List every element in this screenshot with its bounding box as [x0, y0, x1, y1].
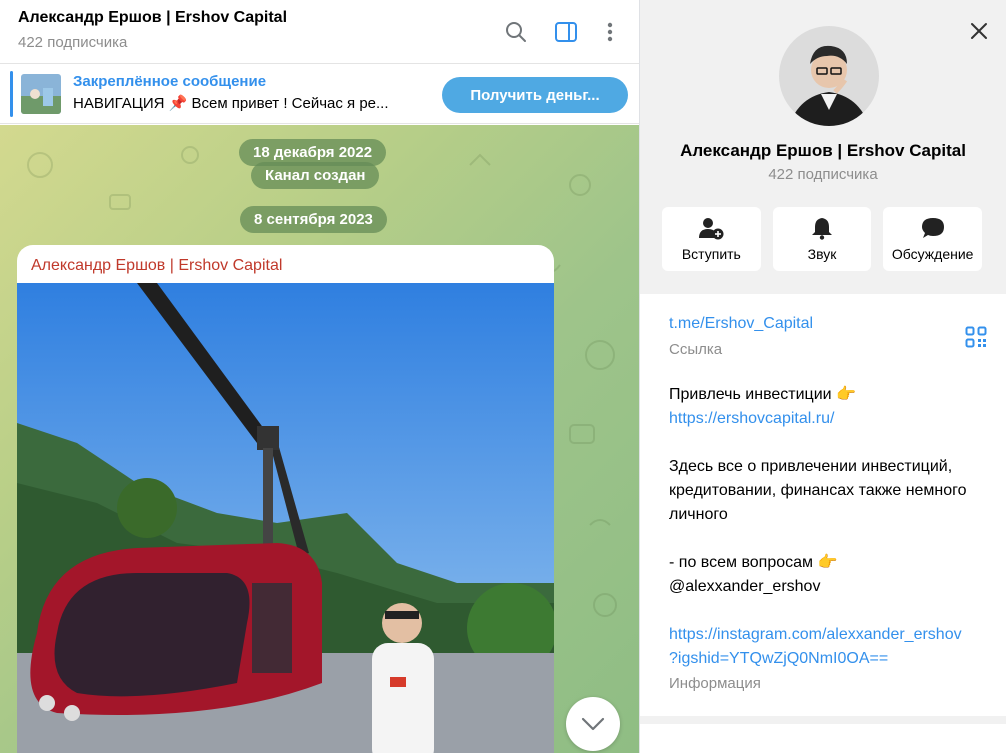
description-line: Здесь все о привлечении инвестиций,: [669, 458, 953, 475]
website-link[interactable]: https://ershovcapital.ru/: [669, 407, 994, 431]
channel-title[interactable]: Александр Ершов | Ershov Capital: [18, 9, 287, 27]
telegram-window: Александр Ершов | Ershov Capital 422 под…: [0, 0, 1006, 753]
qr-code-icon[interactable]: [965, 326, 987, 348]
add-user-icon: [699, 218, 724, 240]
pinned-title: Закреплённое сообщение: [73, 73, 267, 90]
scroll-down-button[interactable]: [566, 697, 620, 751]
pinned-indicator: [10, 71, 13, 117]
instagram-link[interactable]: https://instagram.com/alexxander_ershov: [669, 623, 994, 647]
chat-column: Александр Ершов | Ershov Capital 422 под…: [0, 0, 640, 753]
sidebar-toggle-icon[interactable]: [552, 18, 580, 46]
profile-actions: Вступить Звук Обсуждение: [662, 207, 983, 273]
username-mention[interactable]: @alexxander_ershov: [669, 575, 994, 599]
channel-info-section: t.me/Ershov_Capital Ссылка Привлечь инве…: [640, 294, 1006, 716]
post-author[interactable]: Александр Ершов | Ershov Capital: [31, 257, 282, 275]
chat-area[interactable]: 18 декабря 2022 Канал создан 8 сентября …: [0, 125, 639, 753]
join-button[interactable]: Вступить: [662, 207, 761, 271]
search-icon[interactable]: [502, 18, 530, 46]
get-money-button[interactable]: Получить деньг...: [442, 77, 628, 113]
discussion-button[interactable]: Обсуждение: [883, 207, 983, 271]
channel-subscribers: 422 подписчика: [18, 34, 128, 51]
post-photo[interactable]: [17, 283, 554, 753]
join-label: Вступить: [681, 246, 741, 262]
chat-bubble-icon: [921, 218, 944, 238]
profile-subscribers: 422 подписчика: [768, 166, 878, 183]
link-caption: Ссылка: [669, 341, 723, 358]
channel-post[interactable]: Александр Ершов | Ershov Capital: [17, 245, 554, 753]
bell-icon: [812, 218, 832, 240]
info-caption: Информация: [669, 675, 761, 692]
avatar[interactable]: [779, 26, 879, 126]
date-separator: 8 сентября 2023: [240, 206, 387, 233]
channel-info-panel: Александр Ершов | Ershov Capital 422 под…: [640, 0, 1006, 753]
sound-button[interactable]: Звук: [772, 207, 872, 271]
profile-name: Александр Ершов | Ershov Capital: [680, 141, 966, 160]
chat-header[interactable]: Александр Ершов | Ershov Capital 422 под…: [0, 0, 639, 64]
instagram-link-continued[interactable]: ?igshid=YTQwZjQ0NmI0OA==: [669, 647, 994, 671]
description-line: кредитовании, финансах также немного: [669, 482, 967, 499]
sound-label: Звук: [807, 246, 837, 262]
close-icon[interactable]: [966, 18, 992, 44]
service-message: Канал создан: [251, 162, 380, 189]
description-line: личного: [669, 506, 728, 523]
more-vertical-icon[interactable]: [596, 18, 624, 46]
pinned-text: НАВИГАЦИЯ 📌 Всем привет ! Сейчас я ре...: [73, 95, 389, 112]
description-line: - по всем вопросам 👉: [669, 554, 838, 571]
pinned-thumbnail: [21, 74, 61, 114]
channel-description: Привлечь инвестиции 👉 https://ershovcapi…: [669, 383, 994, 671]
next-info-section: [640, 724, 1006, 753]
description-line: Привлечь инвестиции 👉: [669, 386, 856, 403]
discussion-label: Обсуждение: [891, 246, 974, 262]
pinned-message-bar[interactable]: Закреплённое сообщение НАВИГАЦИЯ 📌 Всем …: [0, 64, 639, 124]
channel-link[interactable]: t.me/Ershov_Capital: [669, 315, 813, 333]
chevron-down-icon: [581, 717, 605, 731]
